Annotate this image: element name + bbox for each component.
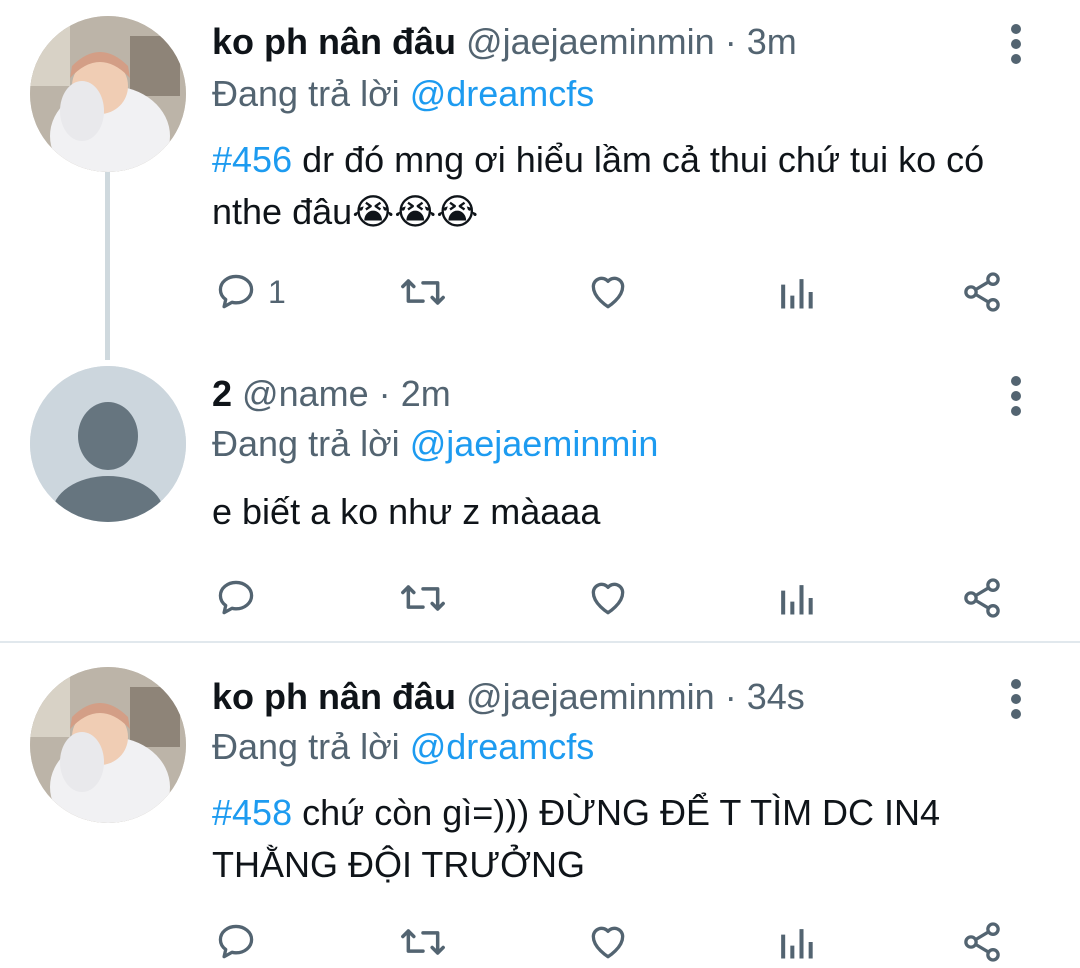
tweet-header: ko ph nân đâu @jaejaeminmin · 34s [212, 675, 805, 719]
separator-dot: · [724, 21, 737, 62]
analytics-button[interactable] [776, 268, 816, 316]
reply-button[interactable] [214, 574, 258, 622]
tweet-text-content: dr đó mng ơi hiểu lầm cả thui chứ tui ko… [212, 139, 985, 232]
timestamp[interactable]: 34s [747, 676, 805, 717]
separator-dot: · [378, 373, 391, 414]
tweet-text: #458 chứ còn gì=))) ĐỪNG ĐỂ T TÌM DC IN4… [212, 787, 1052, 891]
replying-to: Đang trả lời @dreamcfs [212, 725, 594, 769]
retweet-icon [401, 585, 445, 611]
analytics-button[interactable] [776, 918, 816, 966]
reply-icon [218, 924, 254, 959]
mention-link[interactable]: @dreamcfs [410, 726, 595, 767]
more-vertical-icon[interactable] [1000, 22, 1032, 66]
tweet-3[interactable]: ko ph nân đâu @jaejaeminmin · 34s Đang t… [0, 643, 1080, 968]
heart-icon [591, 582, 625, 615]
analytics-icon [781, 929, 813, 959]
user-handle[interactable]: @jaejaeminmin [466, 21, 715, 62]
default-profile-icon [30, 366, 186, 522]
tweet-text-content: e biết a ko như z màaaa [212, 491, 601, 532]
heart-icon [591, 926, 625, 959]
analytics-button[interactable] [776, 574, 816, 622]
tweet-text-content: chứ còn gì=))) ĐỪNG ĐỂ T TÌM DC IN4 THẰN… [212, 792, 941, 885]
like-button[interactable] [585, 918, 631, 966]
mention-link[interactable]: @dreamcfs [410, 73, 595, 114]
share-button[interactable] [960, 268, 1004, 316]
reply-prefix: Đang trả lời [212, 423, 400, 464]
tweet-2[interactable]: 2 @name · 2m Đang trả lời @jaejaeminmin … [0, 360, 1080, 642]
replying-to: Đang trả lời @jaejaeminmin [212, 422, 658, 466]
avatar[interactable] [30, 16, 186, 172]
reply-button[interactable] [214, 918, 258, 966]
retweet-button[interactable] [398, 268, 448, 316]
tweet-header: 2 @name · 2m [212, 372, 451, 416]
tweet-header: ko ph nân đâu @jaejaeminmin · 3m [212, 20, 797, 64]
more-vertical-icon[interactable] [1000, 374, 1032, 418]
more-vertical-icon[interactable] [1000, 677, 1032, 721]
action-bar [0, 918, 1080, 966]
like-button[interactable] [585, 574, 631, 622]
display-name[interactable]: 2 [212, 373, 232, 414]
action-bar [0, 574, 1080, 622]
share-icon [964, 922, 1000, 962]
share-button[interactable] [960, 574, 1004, 622]
action-bar: 1 [0, 268, 1080, 316]
share-button[interactable] [960, 918, 1004, 966]
reply-button[interactable]: 1 [214, 268, 286, 316]
user-handle[interactable]: @jaejaeminmin [466, 676, 715, 717]
share-icon [964, 578, 1000, 618]
avatar[interactable] [30, 366, 186, 522]
tweet-text: #456 dr đó mng ơi hiểu lầm cả thui chứ t… [212, 134, 1052, 238]
analytics-icon [781, 279, 813, 309]
share-icon [964, 272, 1000, 312]
reply-count: 1 [268, 273, 286, 310]
reply-icon [218, 274, 254, 309]
replying-to: Đang trả lời @dreamcfs [212, 72, 594, 116]
retweet-button[interactable] [398, 574, 448, 622]
reply-icon [218, 580, 254, 615]
reply-prefix: Đang trả lời [212, 726, 400, 767]
reply-prefix: Đang trả lời [212, 73, 400, 114]
display-name[interactable]: ko ph nân đâu [212, 676, 456, 717]
hashtag-link[interactable]: #456 [212, 139, 292, 180]
mention-link[interactable]: @jaejaeminmin [410, 423, 659, 464]
timestamp[interactable]: 2m [401, 373, 451, 414]
tweet-text: e biết a ko như z màaaa [212, 486, 1052, 538]
tweet-1[interactable]: ko ph nân đâu @jaejaeminmin · 3m Đang tr… [0, 0, 1080, 360]
analytics-icon [781, 585, 813, 615]
heart-icon [591, 276, 625, 309]
separator-dot: · [724, 676, 737, 717]
avatar[interactable] [30, 667, 186, 823]
like-button[interactable] [585, 268, 631, 316]
retweet-icon [401, 279, 445, 305]
timestamp[interactable]: 3m [747, 21, 797, 62]
retweet-icon [401, 929, 445, 955]
retweet-button[interactable] [398, 918, 448, 966]
user-handle[interactable]: @name [242, 373, 369, 414]
display-name[interactable]: ko ph nân đâu [212, 21, 456, 62]
hashtag-link[interactable]: #458 [212, 792, 292, 833]
